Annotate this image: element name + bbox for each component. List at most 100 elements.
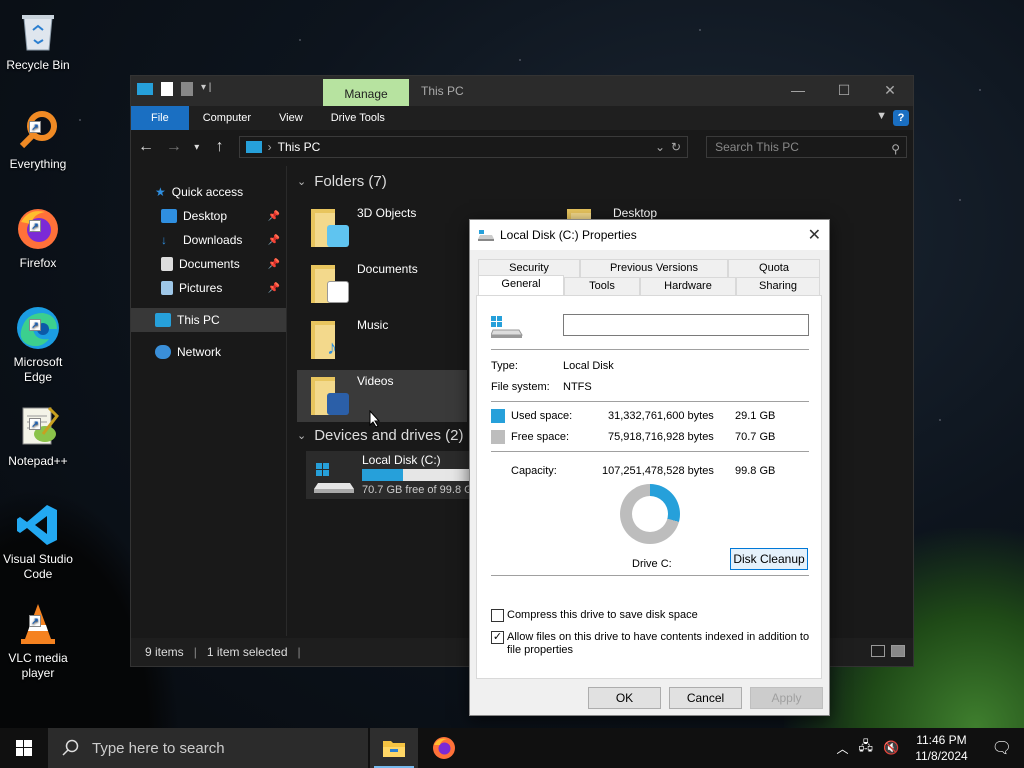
nav-documents[interactable]: Documents 📌 <box>131 252 286 276</box>
window-title: This PC <box>421 84 464 98</box>
drive-c-label: Drive C: <box>632 558 672 570</box>
nav-downloads[interactable]: ↓ Downloads 📌 <box>131 228 286 252</box>
nav-label: Quick access <box>171 185 244 199</box>
up-arrow-icon[interactable]: ↑ <box>211 138 229 156</box>
expand-ribbon-icon[interactable]: ▼ <box>876 110 887 122</box>
desktop-icon-vscode[interactable]: Visual Studio Code <box>0 502 76 582</box>
clock[interactable]: 11:46 PM 11/8/2024 <box>915 732 968 764</box>
vscode-icon <box>15 502 61 548</box>
shortcut-arrow-icon: ↗ <box>29 319 41 331</box>
tab-view[interactable]: View <box>265 106 317 130</box>
nav-pictures[interactable]: Pictures 📌 <box>131 276 286 300</box>
cancel-button[interactable]: Cancel <box>669 687 742 709</box>
pin-icon: 📌 <box>267 234 280 246</box>
desktop-icon-recycle-bin[interactable]: Recycle Bin <box>0 8 76 73</box>
folders-group-header[interactable]: ⌄ Folders (7) <box>297 166 913 198</box>
start-button[interactable] <box>0 728 48 768</box>
pictures-icon <box>161 281 173 295</box>
nav-label: Documents <box>179 257 240 271</box>
firefox-icon <box>433 737 455 759</box>
free-space-swatch <box>491 430 505 444</box>
drive-name-input[interactable] <box>563 314 809 336</box>
address-bar[interactable]: › This PC ⌄ ↻ <box>238 136 689 158</box>
desktop-icon-vlc[interactable]: ↗ VLC media player <box>0 601 76 681</box>
nav-network[interactable]: Network <box>131 340 286 364</box>
maximize-icon[interactable]: ☐ <box>821 76 867 106</box>
desktop-icon-label: Visual Studio Code <box>3 552 73 581</box>
nav-label: Desktop <box>183 209 228 223</box>
properties-icon[interactable] <box>161 82 173 96</box>
forward-arrow-icon[interactable]: → <box>165 138 183 156</box>
type-value: Local Disk <box>563 360 614 372</box>
item-count: 9 items <box>145 645 184 659</box>
pin-icon: 📌 <box>267 282 280 294</box>
ok-button[interactable]: OK <box>588 687 661 709</box>
network-icon[interactable]: 🖧 <box>859 737 874 759</box>
details-view-icon[interactable] <box>871 645 885 657</box>
tab-sharing[interactable]: Sharing <box>736 277 820 295</box>
shortcut-arrow-icon: ↗ <box>29 418 41 430</box>
nav-this-pc[interactable]: This PC <box>131 308 286 332</box>
tab-general[interactable]: General <box>478 275 564 295</box>
disk-cleanup-button[interactable]: Disk Cleanup <box>730 548 808 570</box>
search-icon <box>62 739 79 756</box>
tab-file[interactable]: File <box>131 106 189 130</box>
nav-quick-access[interactable]: ★ Quick access <box>131 180 286 204</box>
index-label-line1: Allow files on this drive to have conten… <box>507 631 810 643</box>
tab-tools[interactable]: Tools <box>564 277 640 295</box>
close-icon[interactable]: ✕ <box>808 225 821 245</box>
notification-icon[interactable]: 🗨 <box>992 738 1012 758</box>
shortcut-arrow-icon: ↗ <box>29 615 41 627</box>
type-label: Type: <box>491 360 518 372</box>
help-icon[interactable]: ? <box>893 110 909 126</box>
tab-drive-tools[interactable]: Drive Tools <box>317 106 399 130</box>
desktop-icon-edge[interactable]: ↗ Microsoft Edge <box>0 305 76 385</box>
taskbar-file-explorer[interactable] <box>370 728 418 768</box>
address-dropdown-icon[interactable]: ⌄ <box>655 140 665 154</box>
close-icon[interactable]: ✕ <box>867 76 913 106</box>
desktop-icon-label: Everything <box>9 157 67 171</box>
large-icons-view-icon[interactable] <box>891 645 905 657</box>
customize-toolbar-icon[interactable]: ▾ | <box>201 82 211 96</box>
this-pc-icon <box>137 83 153 95</box>
minimize-icon[interactable]: — <box>775 76 821 106</box>
tab-computer[interactable]: Computer <box>189 106 265 130</box>
search-input[interactable]: Search This PC ⚲ <box>706 136 907 158</box>
system-tray: ︿ 🖧 🔇 11:46 PM 11/8/2024 🗨 <box>836 728 1024 768</box>
desktop-icon-everything[interactable]: ↗ Everything <box>0 107 76 172</box>
disk-usage-donut <box>620 484 680 544</box>
desktop-icon-firefox[interactable]: ↗ Firefox <box>0 206 76 271</box>
ribbon-tabs: File Computer View Drive Tools ▼ ? <box>131 106 913 130</box>
volume-muted-icon[interactable]: 🔇 <box>883 740 899 756</box>
index-checkbox[interactable]: ✓ <box>491 631 504 644</box>
drive-usage-fill <box>362 469 403 481</box>
desktop-icon-notepadpp[interactable]: ↗ Notepad++ <box>0 404 76 469</box>
this-pc-icon <box>245 141 262 153</box>
taskbar-firefox[interactable] <box>420 728 468 768</box>
chevron-up-icon[interactable]: ︿ <box>836 740 848 757</box>
hard-drive-icon <box>314 461 356 493</box>
chevron-down-icon: ⌄ <box>297 430 307 442</box>
navigation-pane: ★ Quick access Desktop 📌 ↓ Downloads 📌 D… <box>131 166 287 636</box>
taskbar-search-box[interactable]: Type here to search <box>48 728 368 768</box>
folder-videos[interactable]: Videos <box>297 370 467 422</box>
manage-tab[interactable]: Manage <box>323 79 409 106</box>
folder-music[interactable]: ♪ Music <box>297 314 467 366</box>
title-bar: ▾ | Manage This PC — ☐ ✕ <box>131 76 913 106</box>
nav-desktop[interactable]: Desktop 📌 <box>131 204 286 228</box>
notepadpp-icon: ↗ <box>15 404 61 450</box>
shortcut-arrow-icon: ↗ <box>29 220 41 232</box>
tab-quota[interactable]: Quota <box>728 259 820 277</box>
recent-locations-icon[interactable]: ▾ <box>193 142 201 153</box>
new-folder-icon[interactable] <box>181 82 193 96</box>
compress-checkbox[interactable] <box>491 609 504 622</box>
folder-label: 3D Objects <box>357 206 417 220</box>
tab-previous-versions[interactable]: Previous Versions <box>580 259 728 277</box>
back-arrow-icon[interactable]: ← <box>137 138 155 156</box>
tab-hardware[interactable]: Hardware <box>640 277 736 295</box>
used-space-gb: 29.1 GB <box>735 410 776 422</box>
apply-button[interactable]: Apply <box>750 687 823 709</box>
folder-3d-objects[interactable]: 3D Objects <box>297 202 467 254</box>
folder-documents[interactable]: Documents <box>297 258 467 310</box>
refresh-icon[interactable]: ↻ <box>671 140 681 154</box>
